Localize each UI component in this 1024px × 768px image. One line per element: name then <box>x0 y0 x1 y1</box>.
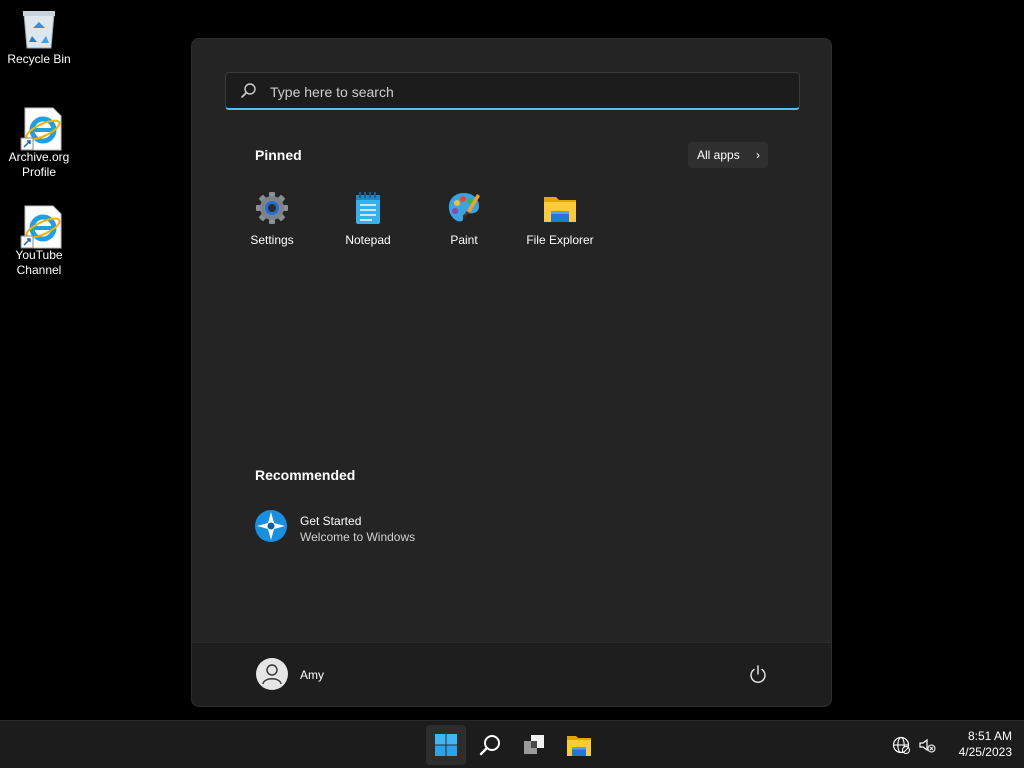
internet-explorer-shortcut-icon <box>19 106 62 151</box>
recommended-item-get-started[interactable]: Get Started Welcome to Windows <box>254 509 554 549</box>
pinned-app-label: Paint <box>450 233 478 247</box>
start-menu-footer: Amy <box>192 642 831 706</box>
all-apps-label: All apps <box>697 148 740 162</box>
desktop-icon-label: Archive.org Profile <box>8 150 70 179</box>
pinned-heading: Pinned <box>255 147 302 163</box>
notepad-icon <box>351 191 385 225</box>
speaker-muted-icon[interactable] <box>918 736 936 754</box>
settings-gear-icon <box>255 191 289 225</box>
start-icon <box>435 734 457 756</box>
pinned-app-settings[interactable]: Settings <box>224 189 320 247</box>
system-clock[interactable]: 8:51 AM 4/25/2023 <box>940 728 1012 760</box>
recycle-bin-icon <box>19 8 59 49</box>
power-button[interactable] <box>748 664 768 684</box>
user-avatar[interactable] <box>256 658 288 690</box>
start-search-box[interactable] <box>225 72 800 110</box>
search-icon <box>240 82 258 105</box>
pinned-app-notepad[interactable]: Notepad <box>320 189 416 247</box>
taskbar-file-explorer-button[interactable] <box>558 725 598 765</box>
recommended-item-subtitle: Welcome to Windows <box>300 530 416 544</box>
pinned-app-label: Notepad <box>345 233 391 247</box>
desktop-icon-archive-org-profile[interactable]: Archive.org Profile <box>4 106 74 180</box>
task-view-icon <box>524 735 544 754</box>
recommended-item-title: Get Started <box>300 514 362 528</box>
get-started-icon <box>254 509 288 543</box>
user-name[interactable]: Amy <box>300 668 324 682</box>
file-explorer-icon <box>567 736 591 756</box>
folder-icon <box>543 191 577 225</box>
pinned-app-file-explorer[interactable]: File Explorer <box>512 189 608 247</box>
desktop-icon-label: Recycle Bin <box>7 52 71 66</box>
paint-palette-icon <box>447 191 481 225</box>
recommended-heading: Recommended <box>255 467 356 483</box>
pinned-app-label: Settings <box>250 233 294 247</box>
desktop-icon-recycle-bin[interactable]: Recycle Bin <box>4 8 74 67</box>
desktop-icon-label: YouTube Channel <box>15 248 63 277</box>
clock-time: 8:51 AM <box>967 729 1012 743</box>
pinned-app-paint[interactable]: Paint <box>416 189 512 247</box>
start-menu: Pinned All apps › Settings <box>191 38 832 707</box>
task-view-button[interactable] <box>514 725 554 765</box>
user-icon <box>262 664 282 685</box>
taskbar-search-button[interactable] <box>470 725 510 765</box>
all-apps-button[interactable]: All apps › <box>688 142 768 168</box>
start-button[interactable] <box>426 725 466 765</box>
clock-date: 4/25/2023 <box>958 745 1012 759</box>
desktop-icon-youtube-channel[interactable]: YouTube Channel <box>4 204 74 278</box>
internet-explorer-shortcut-icon <box>19 204 62 249</box>
pinned-app-label: File Explorer <box>526 233 594 247</box>
chevron-right-icon: › <box>756 148 760 162</box>
taskbar: 8:51 AM 4/25/2023 <box>0 720 1024 768</box>
search-input[interactable] <box>268 73 792 110</box>
power-icon <box>750 665 766 683</box>
search-icon <box>479 735 500 756</box>
globe-network-icon[interactable] <box>892 736 910 754</box>
